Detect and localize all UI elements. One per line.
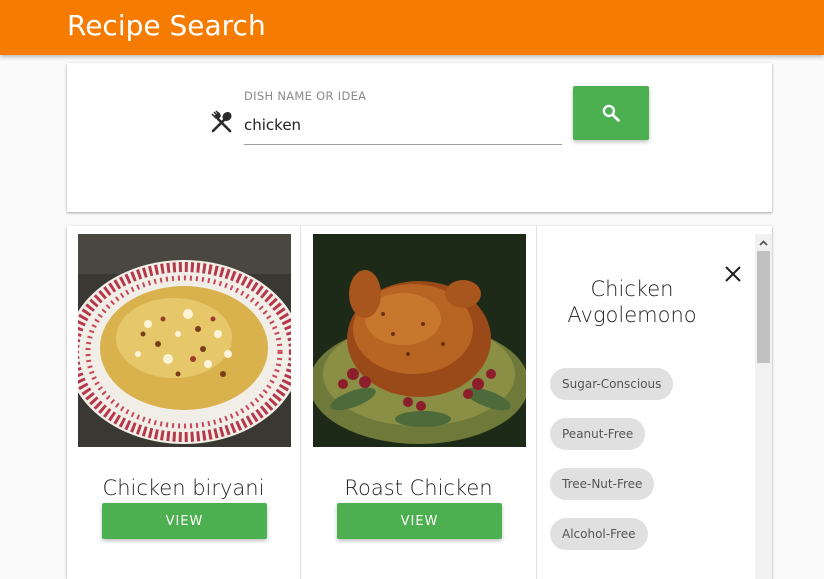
view-button[interactable]: VIEW [337, 503, 502, 539]
recipe-image[interactable] [78, 234, 291, 447]
scroll-thumb[interactable] [757, 251, 770, 363]
close-icon[interactable] [723, 264, 743, 284]
recipe-card: Chicken biryani VIEW [67, 226, 301, 579]
recipe-title: Roast Chicken [344, 476, 493, 500]
search-panel: DISH NAME OR IDEA [67, 63, 772, 212]
scrollbar[interactable] [755, 234, 772, 579]
app-title: Recipe Search [67, 9, 266, 42]
utensils-icon [211, 110, 232, 133]
app-bar: Recipe Search [0, 0, 824, 55]
search-input[interactable] [244, 111, 562, 145]
search-label: DISH NAME OR IDEA [244, 89, 367, 103]
search-icon [602, 104, 620, 122]
detail-title: Chicken Avgolemono [567, 277, 697, 327]
results-panel: Chicken biryani VIEW Roast Chicken VIEW … [67, 226, 772, 579]
view-button[interactable]: VIEW [102, 503, 267, 539]
tag-chip: Sugar-Conscious [550, 368, 674, 400]
chevron-up-icon [759, 239, 768, 246]
recipe-detail-panel: Chicken Avgolemono Sugar-Conscious Peanu… [537, 234, 772, 579]
recipe-title: Chicken biryani [102, 476, 265, 500]
tag-chip: Alcohol-Free [550, 518, 648, 550]
search-button[interactable] [573, 86, 649, 140]
scroll-up-arrow[interactable] [755, 234, 772, 251]
tag-chip: Tree-Nut-Free [550, 468, 655, 500]
recipe-image[interactable] [313, 234, 526, 447]
recipe-card: Roast Chicken VIEW [301, 226, 537, 579]
tag-chip: Peanut-Free [550, 418, 646, 450]
